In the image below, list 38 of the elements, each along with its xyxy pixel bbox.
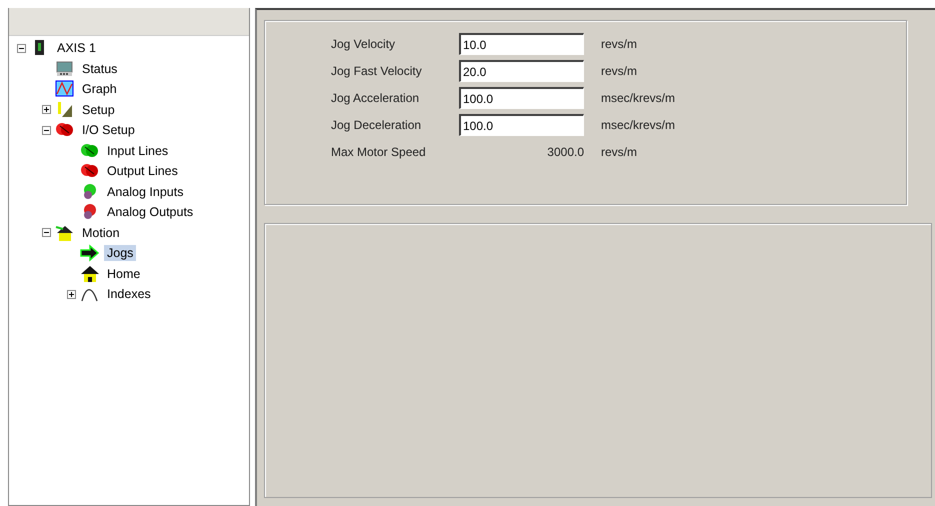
field-label: Jog Velocity — [331, 36, 396, 53]
input-field[interactable]: 100.0 — [459, 114, 584, 136]
graph-icon — [55, 79, 75, 100]
tree-item[interactable]: Input Lines — [104, 142, 172, 159]
unit-label: revs/m — [600, 63, 638, 80]
monitor-icon — [55, 58, 75, 79]
collapse-icon[interactable] — [17, 44, 26, 53]
field-label: Jog Fast Velocity — [331, 63, 423, 80]
field-label: Jog Acceleration — [331, 90, 420, 107]
tree-item[interactable]: AXIS 1 — [54, 40, 99, 56]
input-field[interactable]: 100.0 — [459, 87, 584, 109]
collapse-icon[interactable] — [42, 228, 51, 238]
tree-item[interactable]: Motion — [79, 224, 123, 241]
tree-item[interactable]: Jogs — [104, 245, 136, 262]
tree-item[interactable]: Indexes — [104, 286, 154, 302]
tree-item[interactable]: Output Lines — [104, 163, 181, 180]
unit-label: msec/krevs/m — [600, 90, 676, 107]
input-field[interactable]: 20.0 — [459, 60, 584, 82]
readout-value: 3000.0 — [546, 144, 584, 161]
tree-item[interactable]: I/O Setup — [79, 122, 138, 138]
tree-item[interactable]: Graph — [79, 81, 120, 98]
expand-icon[interactable] — [42, 105, 51, 114]
tree-item[interactable]: Status — [79, 60, 120, 77]
tree-item[interactable]: Setup — [79, 102, 118, 118]
unit-label: revs/m — [600, 36, 638, 53]
tree-item[interactable]: Analog Inputs — [104, 184, 186, 200]
arrow-icon — [80, 243, 100, 264]
house-icon — [80, 264, 100, 284]
tree-item[interactable]: Analog Outputs — [104, 204, 196, 220]
expand-icon[interactable] — [67, 290, 76, 299]
tree-item[interactable]: Home — [104, 266, 144, 282]
unit-label: revs/m — [600, 144, 638, 161]
field-label: Max Motor Speed — [331, 144, 427, 161]
unit-label: msec/krevs/m — [600, 117, 676, 134]
tools-icon — [55, 100, 75, 120]
collapse-icon[interactable] — [42, 126, 51, 135]
input-field[interactable]: 10.0 — [459, 33, 584, 55]
field-label: Jog Deceleration — [331, 117, 422, 134]
